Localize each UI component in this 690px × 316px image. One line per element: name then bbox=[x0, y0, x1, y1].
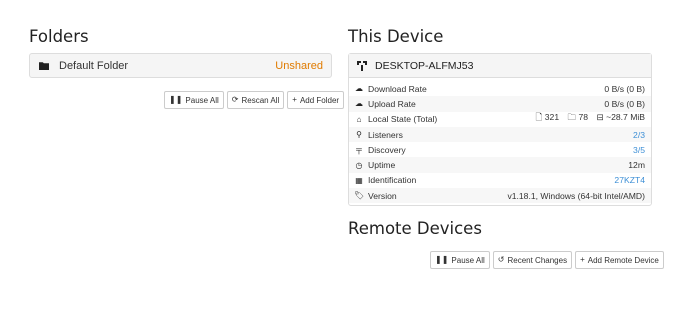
folders-toolbar: ❚❚ Pause All ⟳ Rescan All + Add Folder bbox=[164, 91, 345, 109]
local-state-values: 🗋 321 🗀 78 ⊟ ~28.7 MiB bbox=[535, 112, 645, 126]
pause-icon: ❚❚ bbox=[169, 95, 183, 104]
folder-row[interactable]: Default Folder Unshared bbox=[30, 54, 331, 77]
row-label: Download Rate bbox=[368, 83, 427, 94]
qrcode-icon: ▦ bbox=[355, 175, 363, 185]
discovery-row: ╤ Discovery 3/5 bbox=[349, 142, 651, 157]
refresh-icon: ⟳ bbox=[231, 95, 239, 104]
plus-icon: + bbox=[292, 95, 297, 104]
device-identicon-icon bbox=[357, 60, 367, 71]
add-remote-device-label: Add Remote Device bbox=[587, 255, 659, 265]
signpost-icon: ╤ bbox=[356, 145, 362, 155]
listeners-link[interactable]: 2/3 bbox=[633, 130, 645, 140]
row-label: Version bbox=[368, 190, 397, 201]
folder-icon bbox=[39, 61, 49, 70]
local-state-row: ⌂ Local State (Total) 🗋 321 🗀 78 ⊟ ~28.7… bbox=[349, 112, 651, 127]
total-size: ~28.7 MiB bbox=[606, 112, 645, 123]
row-value: 0 B/s (0 B) bbox=[604, 98, 645, 109]
row-value: v1.18.1, Windows (64-bit Intel/AMD) bbox=[507, 190, 645, 201]
row-label: Discovery bbox=[368, 144, 406, 155]
row-label: Identification bbox=[368, 175, 417, 186]
tag-icon: 🏷 bbox=[354, 191, 365, 201]
folder-status-badge: Unshared bbox=[275, 59, 323, 72]
pause-all-devices-button[interactable]: ❚❚ Pause All bbox=[430, 251, 490, 269]
identification-link[interactable]: 27KZT4 bbox=[614, 175, 645, 185]
rescan-all-label: Rescan All bbox=[241, 95, 280, 105]
row-label: Listeners bbox=[368, 129, 403, 140]
recent-changes-label: Recent Changes bbox=[507, 255, 568, 265]
pause-icon: ❚❚ bbox=[435, 255, 449, 264]
upload-rate-row: ☁ Upload Rate 0 B/s (0 B) bbox=[349, 96, 651, 112]
cloud-upload-icon: ☁ bbox=[355, 99, 363, 109]
add-folder-label: Add Folder bbox=[299, 95, 340, 105]
row-label: Local State (Total) bbox=[368, 114, 438, 125]
identification-row: ▦ Identification 27KZT4 bbox=[349, 173, 651, 188]
remote-devices-toolbar: ❚❚ Pause All ↺ Recent Changes + Add Remo… bbox=[430, 251, 664, 269]
discovery-link[interactable]: 3/5 bbox=[633, 145, 645, 155]
this-device-panel: DESKTOP-ALFMJ53 ☁ Download Rate 0 B/s (0… bbox=[348, 53, 652, 206]
device-name: DESKTOP-ALFMJ53 bbox=[375, 59, 474, 72]
row-label: Uptime bbox=[368, 160, 396, 171]
row-value: 12m bbox=[628, 160, 645, 171]
download-rate-row: ☁ Download Rate 0 B/s (0 B) bbox=[349, 81, 651, 96]
history-icon: ↺ bbox=[497, 255, 505, 264]
this-device-heading: This Device bbox=[348, 27, 444, 46]
plus-icon: + bbox=[580, 255, 585, 264]
pause-all-label: Pause All bbox=[451, 255, 485, 265]
folder-panel-default[interactable]: Default Folder Unshared bbox=[29, 53, 332, 78]
remote-devices-heading: Remote Devices bbox=[348, 219, 482, 238]
folder-outline-icon: 🗀 bbox=[567, 112, 577, 123]
version-row: 🏷 Version v1.18.1, Windows (64-bit Intel… bbox=[349, 188, 651, 204]
row-label: Upload Rate bbox=[368, 98, 416, 109]
cloud-download-icon: ☁ bbox=[355, 84, 363, 94]
device-header[interactable]: DESKTOP-ALFMJ53 bbox=[349, 54, 651, 78]
folders-heading: Folders bbox=[29, 27, 89, 46]
home-icon: ⌂ bbox=[356, 114, 362, 124]
pause-all-label: Pause All bbox=[185, 95, 219, 105]
add-folder-button[interactable]: + Add Folder bbox=[287, 91, 345, 109]
rescan-all-button[interactable]: ⟳ Rescan All bbox=[226, 91, 285, 109]
clock-icon: ◷ bbox=[355, 160, 363, 170]
sitemap-icon: ⚲ bbox=[356, 130, 362, 140]
listeners-row: ⚲ Listeners 2/3 bbox=[349, 126, 651, 143]
add-remote-device-button[interactable]: + Add Remote Device bbox=[575, 251, 664, 269]
uptime-row: ◷ Uptime 12m bbox=[349, 157, 651, 173]
recent-changes-button[interactable]: ↺ Recent Changes bbox=[492, 251, 573, 269]
file-icon: 🗋 bbox=[535, 112, 543, 123]
device-stats-table: ☁ Download Rate 0 B/s (0 B) ☁ Upload Rat… bbox=[349, 78, 651, 204]
file-count: 321 bbox=[544, 112, 560, 123]
hdd-icon: ⊟ bbox=[596, 112, 604, 123]
pause-all-folders-button[interactable]: ❚❚ Pause All bbox=[164, 91, 224, 109]
folder-name: Default Folder bbox=[59, 59, 129, 72]
folder-count: 78 bbox=[578, 112, 589, 123]
row-value: 0 B/s (0 B) bbox=[604, 83, 645, 94]
